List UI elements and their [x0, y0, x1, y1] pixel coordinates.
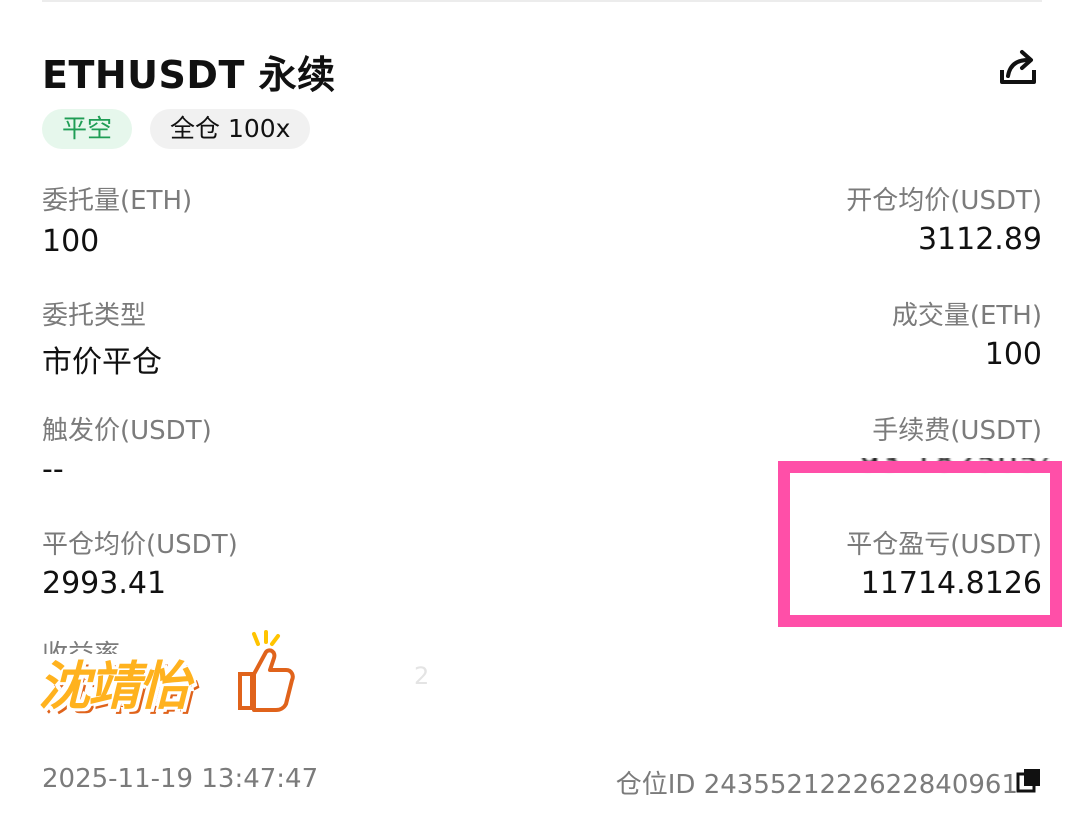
top-divider: [42, 0, 1042, 2]
open-avg-value: 3112.89: [917, 222, 1042, 257]
trigger-price-label: 触发价(USDT): [42, 416, 212, 446]
order-type-label: 委托类型: [42, 301, 147, 331]
filled-qty-label: 成交量(ETH): [891, 301, 1042, 331]
page-title: ETHUSDT 永续: [42, 53, 336, 97]
margin-mode-badge: 全仓 100x: [150, 109, 311, 149]
name-sticker: 沈靖怡: [36, 620, 306, 720]
highlight-box: [778, 461, 1062, 627]
timestamp: 2025-11-19 13:47:47: [42, 764, 319, 794]
side-badge: 平空: [42, 109, 133, 149]
thumbs-up-icon: [238, 630, 295, 712]
order-qty-value: 100: [42, 224, 100, 259]
trigger-price-value: --: [42, 452, 64, 487]
position-id: 仓位ID 2435521222622840961: [615, 770, 1018, 800]
filled-qty-value: 100: [984, 337, 1042, 372]
open-avg-label: 开仓均价(USDT): [846, 186, 1042, 216]
faint-character: 2: [414, 662, 430, 690]
close-avg-label: 平仓均价(USDT): [42, 530, 238, 560]
order-type-value: 市价平仓: [42, 345, 162, 380]
order-qty-label: 委托量(ETH): [42, 186, 193, 216]
share-icon[interactable]: [996, 46, 1040, 90]
fee-label: 手续费(USDT): [872, 416, 1042, 446]
close-avg-value: 2993.41: [42, 566, 167, 601]
copy-icon[interactable]: [1016, 767, 1042, 793]
sticker-text: 沈靖怡: [38, 657, 190, 717]
